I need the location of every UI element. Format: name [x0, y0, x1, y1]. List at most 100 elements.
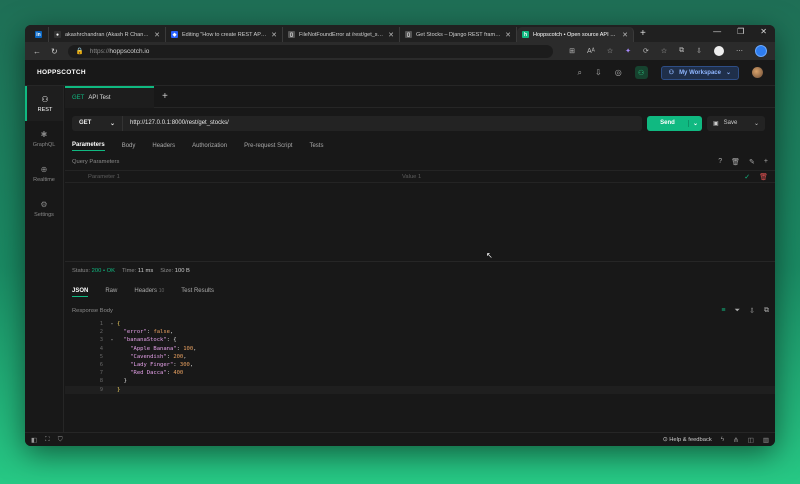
close-icon[interactable]: ✕: [271, 31, 277, 39]
back-icon[interactable]: ←: [33, 47, 41, 56]
refresh-icon[interactable]: ⟳: [643, 47, 649, 55]
restore-icon[interactable]: ❐: [737, 27, 744, 36]
share-icon[interactable]: ⋔: [733, 436, 738, 444]
download-icon[interactable]: ⇩: [749, 307, 755, 315]
response-status: Status: 200 • OK Time: 11 ms Size: 100 B: [72, 268, 190, 274]
download-icon[interactable]: ⇩: [696, 47, 702, 55]
trash-icon[interactable]: 🗑: [731, 158, 740, 166]
close-icon[interactable]: ✕: [388, 31, 394, 39]
profile-icon[interactable]: [714, 46, 724, 56]
workspace-selector[interactable]: ⚇ My Workspace ⌄: [660, 65, 739, 80]
more-icon[interactable]: ⋯: [736, 47, 743, 55]
response-tab-headers[interactable]: Headers 10: [134, 288, 164, 297]
browser-tab[interactable]: h Hoppscotch • Open source API developmen…: [517, 27, 634, 42]
browser-tab[interactable]: ▯ FileNotFoundError at /rest/get_stocks/✕: [283, 27, 400, 42]
response-tab-json[interactable]: JSON: [72, 288, 89, 297]
url-host: hoppscotch.io: [109, 47, 150, 55]
browser-tab[interactable]: in: [31, 27, 49, 42]
brand-logo[interactable]: HOPPSCOTCH: [37, 69, 86, 76]
response-tab-label: Test Results: [181, 288, 214, 294]
headers-count-badge: 10: [158, 288, 165, 294]
chevron-down-icon: ⌄: [725, 70, 731, 76]
fold-icon[interactable]: ▾: [107, 338, 117, 343]
code-text: }: [117, 386, 121, 393]
sidebar-item-label: GraphQL: [32, 141, 56, 148]
realtime-icon: ⊕: [40, 164, 48, 174]
collections-icon[interactable]: ⧉: [679, 47, 684, 55]
close-icon[interactable]: ✕: [505, 31, 511, 39]
response-tab-test-results[interactable]: Test Results: [181, 288, 214, 297]
method-select[interactable]: GET ⌄: [72, 115, 122, 131]
param-key-input[interactable]: Parameter 1: [72, 174, 402, 180]
add-icon[interactable]: +: [764, 158, 768, 166]
browser-tab[interactable]: ▯ Get Stocks – Django REST framework ✕: [400, 27, 517, 42]
new-tab-icon[interactable]: +: [634, 27, 652, 42]
browser-tab-title: Hoppscotch • Open source API development…: [533, 31, 618, 38]
extension-icon[interactable]: ✦: [625, 47, 631, 55]
save-label: Save: [723, 120, 738, 126]
tab-tests[interactable]: Tests: [309, 143, 323, 149]
close-window-icon[interactable]: ✕: [760, 27, 767, 36]
sidebar-item-rest[interactable]: ⚇ REST: [25, 86, 63, 121]
wrap-lines-icon[interactable]: ≡: [721, 307, 725, 315]
copy-icon[interactable]: ⧉: [764, 307, 769, 315]
help-icon[interactable]: ?: [718, 158, 722, 166]
tab-headers[interactable]: Headers: [152, 143, 175, 149]
check-icon[interactable]: ✓: [744, 173, 750, 181]
browser-toolbar-icons: ⊞ Aᴬ ☆ ✦ ⟳ ☆ ⧉ ⇩ ⋯: [569, 45, 767, 57]
fullscreen-icon[interactable]: ⛶: [45, 436, 50, 444]
install-icon[interactable]: ⇩: [595, 68, 602, 77]
read-aloud-icon[interactable]: Aᴬ: [587, 48, 595, 55]
invite-icon[interactable]: ⚇: [634, 66, 648, 79]
tab-api-test[interactable]: GET API Test: [65, 85, 154, 108]
avatar[interactable]: [752, 67, 763, 78]
close-icon[interactable]: ✕: [622, 31, 628, 39]
users-icon: ⚇: [668, 70, 675, 76]
code-line: 9}: [65, 385, 775, 394]
request-url-row: GET ⌄ http://127.0.0.1:8000/rest/get_sto…: [65, 108, 775, 138]
delete-icon[interactable]: 🗑: [759, 173, 768, 181]
panel-icon[interactable]: ▥: [763, 436, 769, 444]
sidebar-item-label: Realtime: [33, 176, 55, 183]
close-icon[interactable]: ✕: [154, 31, 160, 39]
tab-pre-request-script[interactable]: Pre-request Script: [244, 143, 292, 149]
add-tab-icon[interactable]: +: [162, 91, 168, 102]
code-line: 8 }: [65, 377, 775, 385]
reload-icon[interactable]: ↻: [51, 47, 58, 56]
param-value-input[interactable]: Value 1: [402, 174, 744, 180]
edit-icon[interactable]: ✎: [749, 158, 755, 166]
favorite-icon[interactable]: ☆: [607, 47, 613, 55]
shield-icon[interactable]: ⛉: [58, 436, 63, 444]
grid-icon[interactable]: ⊞: [569, 47, 575, 55]
layout-icon[interactable]: ◫: [748, 436, 754, 444]
support-icon[interactable]: ◎: [615, 68, 622, 77]
sidebar-toggle-icon[interactable]: ◧: [31, 436, 37, 444]
tab-authorization[interactable]: Authorization: [192, 143, 227, 149]
shortcuts-icon[interactable]: ϟ: [721, 436, 724, 443]
minimize-icon[interactable]: —: [713, 27, 721, 36]
browser-tab[interactable]: ● akashrchandran (Akash R Chandran) ✕: [49, 27, 166, 42]
endpoint-input[interactable]: http://127.0.0.1:8000/rest/get_stocks/: [122, 115, 642, 131]
bing-icon[interactable]: [755, 45, 767, 57]
browser-tab[interactable]: ◆ Editing "How to create REST API in Djan…: [166, 27, 283, 42]
sidebar-item-realtime[interactable]: ⊕ Realtime: [25, 156, 63, 191]
tab-parameters[interactable]: Parameters: [72, 142, 105, 151]
send-button[interactable]: Send ⌄: [647, 115, 702, 131]
url-field[interactable]: 🔒 https://hoppscotch.io: [67, 44, 554, 58]
fold-icon[interactable]: ▾: [107, 322, 117, 327]
chevron-down-icon[interactable]: ⌄: [688, 119, 702, 127]
tab-body[interactable]: Body: [122, 143, 136, 149]
app-header: HOPPSCOTCH ⌕ ⇩ ◎ ⚇ ⚇ My Workspace ⌄: [25, 60, 775, 86]
graphql-icon: ✱: [40, 129, 48, 139]
help-feedback-button[interactable]: ⊙ Help & feedback: [663, 437, 712, 443]
chevron-down-icon[interactable]: ⌄: [754, 120, 759, 127]
code-line: 5 "Cavendish": 200,: [65, 353, 775, 361]
sidebar-item-graphql[interactable]: ✱ GraphQL: [25, 121, 63, 156]
filter-icon[interactable]: ⏷: [735, 307, 741, 315]
url-protocol: https://: [89, 47, 110, 55]
response-tab-raw[interactable]: Raw: [105, 288, 117, 297]
search-icon[interactable]: ⌕: [578, 68, 582, 78]
save-button[interactable]: ▣ Save ⌄: [707, 115, 765, 131]
favorites-icon[interactable]: ☆: [661, 47, 667, 55]
sidebar-item-settings[interactable]: ⚙ Settings: [25, 191, 63, 226]
